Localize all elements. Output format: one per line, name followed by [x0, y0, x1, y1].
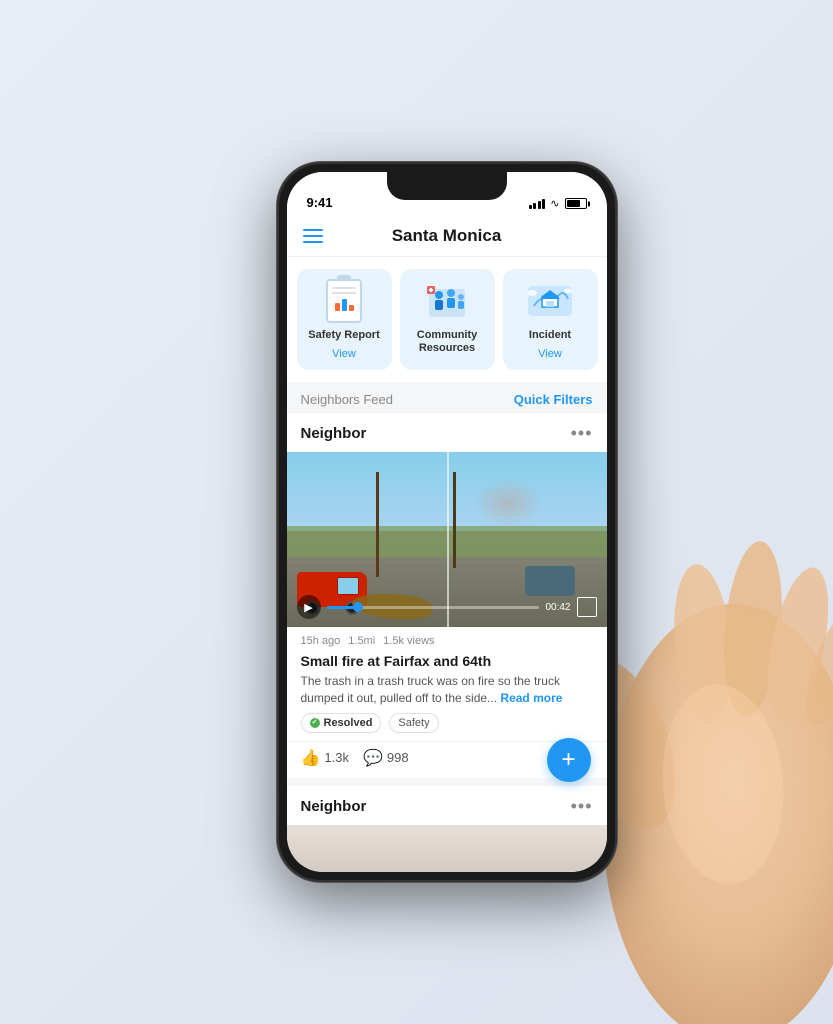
create-post-fab[interactable]: +: [547, 738, 591, 782]
speaker-icon: ▶: [304, 601, 312, 614]
post-time-ago: 15h ago: [301, 635, 341, 647]
safety-report-label: Safety Report: [308, 329, 380, 342]
utility-pole-middle: [453, 472, 456, 568]
hamburger-line-1: [303, 229, 323, 231]
resolved-icon: ✓: [310, 718, 320, 728]
read-more-button[interactable]: Read more: [500, 691, 562, 705]
battery-icon: [565, 198, 587, 209]
comment-count: 998: [387, 750, 409, 765]
post-more-button-2[interactable]: •••: [571, 796, 593, 817]
post-video-1[interactable]: ▶ 00:42: [287, 452, 607, 627]
app-header: Santa Monica: [287, 216, 607, 257]
feed-header: Neighbors Feed Quick Filters: [287, 382, 607, 413]
thumbs-up-icon: 👍: [301, 748, 321, 768]
clipboard-chart: [335, 299, 354, 311]
post-card-2: Neighbor •••: [287, 786, 607, 872]
community-resources-icon-area: [419, 279, 475, 323]
checkmark-icon: ✓: [312, 719, 318, 726]
safety-tag[interactable]: Safety: [389, 713, 438, 733]
comment-icon: 💬: [363, 748, 383, 768]
utility-pole-left: [376, 472, 379, 577]
hamburger-line-2: [303, 235, 323, 237]
page-title: Santa Monica: [392, 226, 502, 246]
hamburger-line-3: [303, 241, 323, 243]
clipboard-line-1: [332, 287, 356, 289]
feed-section: Neighbors Feed Quick Filters Neighbor ••…: [287, 382, 607, 872]
post-more-button-1[interactable]: •••: [571, 423, 593, 444]
resolved-label: Resolved: [324, 717, 373, 729]
quick-filters-button[interactable]: Quick Filters: [514, 392, 593, 407]
video-progress-bar[interactable]: [327, 606, 540, 609]
app-content: Santa Monica: [287, 216, 607, 872]
like-button[interactable]: 👍 1.3k: [301, 748, 350, 768]
post-excerpt-1: The trash in a trash truck was on fire s…: [287, 673, 607, 713]
video-controls: ▶ 00:42: [287, 595, 607, 619]
video-time: 00:42: [545, 602, 570, 613]
post-header-1: Neighbor •••: [287, 413, 607, 452]
post-author-1: Neighbor: [301, 425, 367, 442]
clipboard-icon: [326, 279, 362, 323]
video-progress-dot: [353, 602, 363, 612]
post-views: 1.5k views: [383, 635, 434, 647]
incident-card[interactable]: Incident View: [503, 269, 598, 370]
safety-label: Safety: [398, 717, 429, 729]
smoke-cloud: [473, 478, 543, 528]
resolved-tag[interactable]: ✓ Resolved: [301, 713, 382, 733]
incident-icon: [524, 281, 576, 321]
post-author-2: Neighbor: [301, 798, 367, 815]
like-count: 1.3k: [324, 750, 349, 765]
comment-button[interactable]: 💬 998: [363, 748, 409, 768]
plus-icon: +: [561, 748, 575, 772]
fullscreen-button[interactable]: [577, 597, 597, 617]
safety-report-link[interactable]: View: [332, 348, 356, 360]
status-icons: ∿: [529, 197, 587, 210]
post-title-1: Small fire at Fairfax and 64th: [287, 651, 607, 673]
post-distance: 1.5mi: [348, 635, 375, 647]
feed-title: Neighbors Feed: [301, 392, 394, 407]
post-meta-1: 15h ago 1.5mi 1.5k views: [287, 627, 607, 651]
clipboard-line-2: [332, 292, 356, 294]
post-tags-1: ✓ Resolved Safety: [287, 713, 607, 741]
incident-icon-area: [522, 279, 578, 323]
post-card-1: Neighbor •••: [287, 413, 607, 778]
phone-frame: 9:41 ∿: [277, 162, 617, 882]
incident-label: Incident: [529, 329, 571, 342]
wifi-icon: ∿: [550, 197, 559, 210]
safety-report-icon-area: [316, 279, 372, 323]
safety-report-card[interactable]: Safety Report View: [297, 269, 392, 370]
second-vehicle: [525, 566, 575, 596]
community-resources-card[interactable]: Community Resources: [400, 269, 495, 370]
incident-link[interactable]: View: [538, 348, 562, 360]
phone-notch: [387, 172, 507, 200]
quick-cards-section: Safety Report View: [287, 257, 607, 382]
mute-button[interactable]: ▶: [297, 595, 321, 619]
post-image-2: [287, 825, 607, 872]
status-time: 9:41: [307, 195, 333, 210]
signal-icon: [529, 199, 546, 209]
hamburger-button[interactable]: [303, 229, 323, 243]
community-icon: [421, 281, 473, 321]
post-header-2: Neighbor •••: [287, 786, 607, 825]
community-resources-label: Community Resources: [408, 329, 487, 355]
